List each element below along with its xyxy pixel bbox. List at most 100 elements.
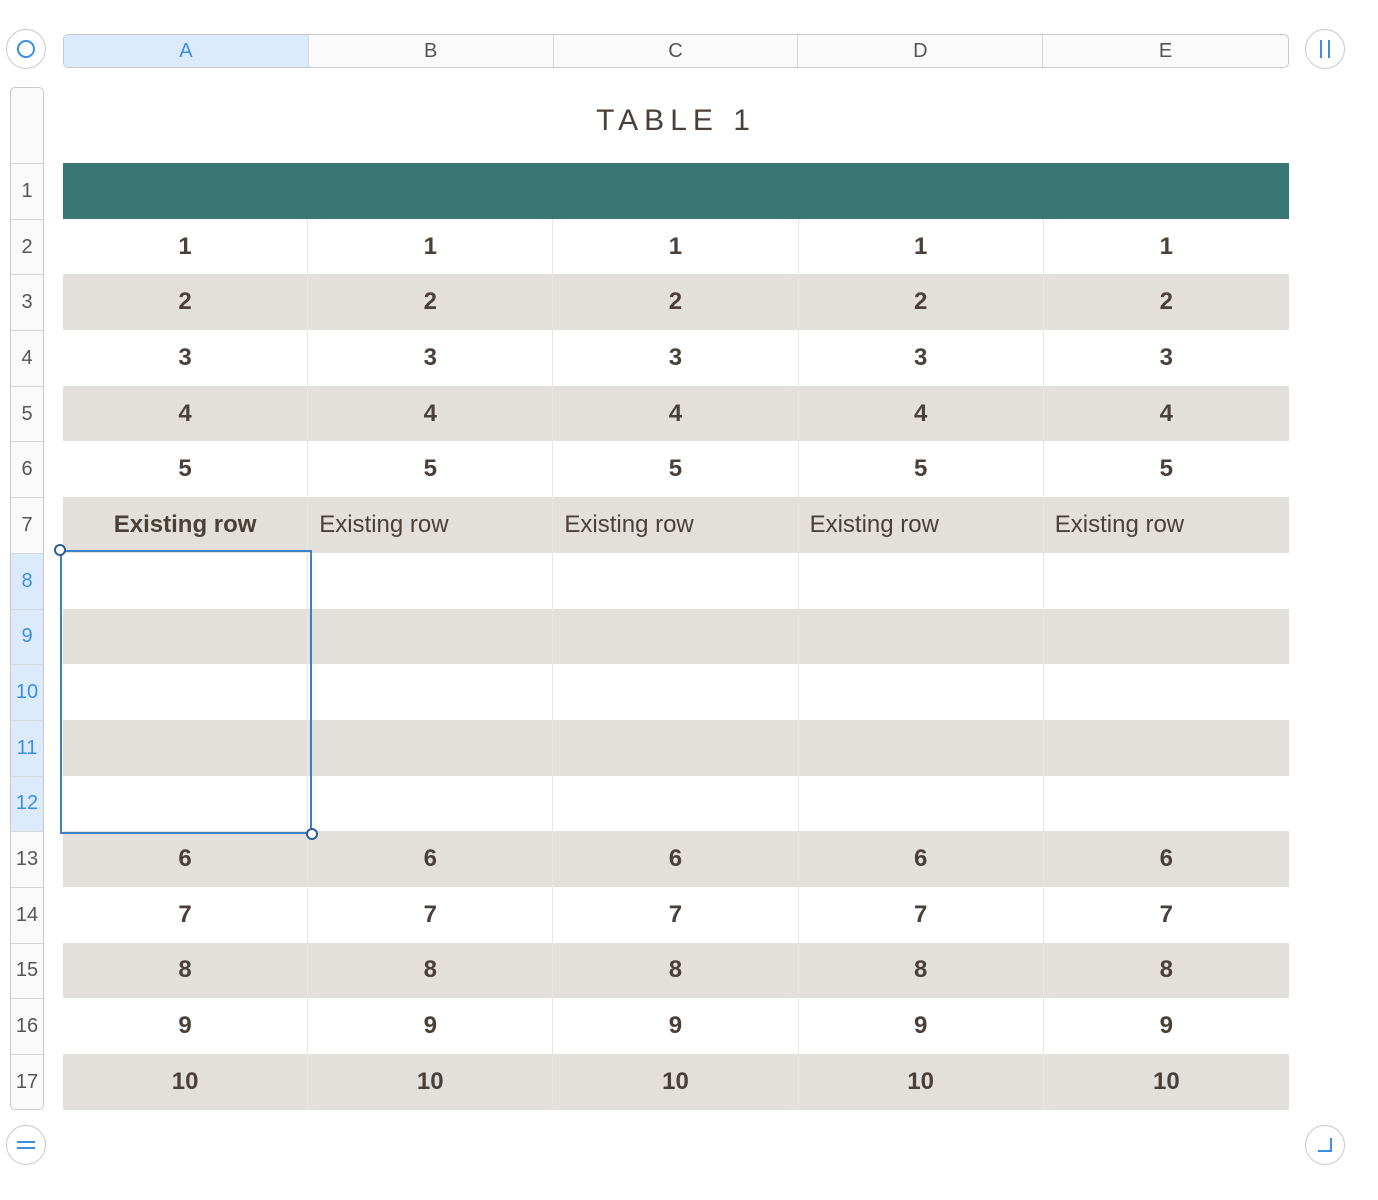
table-cell[interactable] xyxy=(553,552,799,609)
table-cell[interactable]: 4 xyxy=(1043,385,1289,442)
column-header-d[interactable]: D xyxy=(798,35,1044,67)
row-header-1[interactable]: 1 xyxy=(11,164,43,220)
table-cell[interactable] xyxy=(1043,664,1289,720)
table-cell[interactable] xyxy=(308,608,554,665)
table-cell[interactable] xyxy=(308,719,554,776)
row-header-7[interactable]: 7 xyxy=(11,498,43,554)
table-cell[interactable]: 7 xyxy=(798,886,1044,943)
table-cell[interactable]: Existing row xyxy=(553,497,799,553)
column-header-b[interactable]: B xyxy=(309,35,554,67)
column-header-e[interactable]: E xyxy=(1043,35,1288,67)
table-cell[interactable] xyxy=(798,719,1044,776)
table-cell[interactable]: 1 xyxy=(798,218,1044,275)
table-cell[interactable] xyxy=(553,608,799,665)
row-header-8[interactable]: 8 xyxy=(11,553,43,610)
row-header-9[interactable]: 9 xyxy=(11,609,43,666)
table-cell[interactable]: 8 xyxy=(63,942,309,999)
table-cell[interactable]: 5 xyxy=(1043,441,1289,498)
table-cell[interactable]: 1 xyxy=(308,218,554,275)
table-cell[interactable] xyxy=(1043,552,1289,609)
row-header-10[interactable]: 10 xyxy=(11,665,43,721)
table-cell[interactable]: 8 xyxy=(553,942,799,999)
row-header-17[interactable]: 17 xyxy=(11,1055,43,1109)
header-row[interactable] xyxy=(63,163,1289,219)
table-cell[interactable] xyxy=(798,552,1044,609)
table-cell[interactable]: 9 xyxy=(553,998,799,1054)
table-cell[interactable] xyxy=(308,664,554,720)
table-cell[interactable]: 4 xyxy=(63,385,309,442)
row-header-15[interactable]: 15 xyxy=(11,944,43,1000)
row-header-6[interactable]: 6 xyxy=(11,442,43,499)
table-cell[interactable]: 9 xyxy=(1043,998,1289,1054)
resize-table-button[interactable] xyxy=(1305,1125,1345,1165)
table-cell[interactable]: 6 xyxy=(1043,831,1289,887)
table-cell[interactable]: 8 xyxy=(798,942,1044,999)
table-cell[interactable]: 10 xyxy=(798,1054,1044,1110)
table-cell[interactable]: 6 xyxy=(308,831,554,887)
table-cell[interactable]: 3 xyxy=(308,330,554,386)
table-cell[interactable] xyxy=(1043,775,1289,832)
table-cell[interactable] xyxy=(798,775,1044,832)
add-row-button[interactable] xyxy=(6,1125,46,1165)
table-cell[interactable] xyxy=(553,719,799,776)
row-header-2[interactable]: 2 xyxy=(11,220,43,276)
row-header-12[interactable]: 12 xyxy=(11,776,43,833)
table-cell[interactable]: 7 xyxy=(553,886,799,943)
table-cell[interactable]: 1 xyxy=(553,218,799,275)
table-cell[interactable]: Existing row xyxy=(63,497,309,553)
table-cell[interactable] xyxy=(798,608,1044,665)
table-cell[interactable]: 2 xyxy=(553,274,799,331)
selection-handle-top-left[interactable] xyxy=(54,544,66,556)
column-header-c[interactable]: C xyxy=(554,35,799,67)
table-cell[interactable]: 8 xyxy=(1043,942,1289,999)
table-cell[interactable] xyxy=(1043,719,1289,776)
table-cell[interactable]: 9 xyxy=(798,998,1044,1054)
table-cell[interactable]: 9 xyxy=(63,998,309,1054)
cell-selection[interactable] xyxy=(54,544,318,840)
table-cell[interactable]: 5 xyxy=(308,441,554,498)
row-header-13[interactable]: 13 xyxy=(11,832,43,888)
table-cell[interactable]: 4 xyxy=(553,385,799,442)
table-cell[interactable]: 3 xyxy=(63,330,309,386)
row-header-5[interactable]: 5 xyxy=(11,387,43,443)
table-cell[interactable]: 5 xyxy=(553,441,799,498)
table-cell[interactable]: 10 xyxy=(308,1054,554,1110)
table-cell[interactable]: 3 xyxy=(553,330,799,386)
selection-handle-bottom-right[interactable] xyxy=(306,828,318,840)
row-header-14[interactable]: 14 xyxy=(11,888,43,944)
table-cell[interactable] xyxy=(308,775,554,832)
table-cell[interactable]: 2 xyxy=(308,274,554,331)
table-cell[interactable]: 6 xyxy=(63,831,309,887)
table-cell[interactable]: 1 xyxy=(1043,218,1289,275)
table-cell[interactable] xyxy=(553,664,799,720)
add-column-button[interactable] xyxy=(1305,29,1345,69)
table-cell[interactable]: Existing row xyxy=(1043,497,1289,553)
table-cell[interactable]: 3 xyxy=(798,330,1044,386)
table-cell[interactable] xyxy=(553,775,799,832)
row-header-3[interactable]: 3 xyxy=(11,275,43,332)
table-cell[interactable]: 2 xyxy=(63,274,309,331)
table-cell[interactable]: 6 xyxy=(798,831,1044,887)
row-header-16[interactable]: 16 xyxy=(11,999,43,1055)
table-cell[interactable]: 3 xyxy=(1043,330,1289,386)
table-cell[interactable]: 10 xyxy=(63,1054,309,1110)
column-header-a[interactable]: A xyxy=(64,35,309,67)
table-cell[interactable]: 5 xyxy=(798,441,1044,498)
table-title[interactable]: TABLE 1 xyxy=(63,104,1289,138)
table-cell[interactable]: 5 xyxy=(63,441,309,498)
table-cell[interactable]: 2 xyxy=(798,274,1044,331)
table-cell[interactable]: Existing row xyxy=(308,497,554,553)
table-cell[interactable]: 7 xyxy=(63,886,309,943)
table-cell[interactable] xyxy=(308,552,554,609)
table-cell[interactable]: 9 xyxy=(308,998,554,1054)
row-header-4[interactable]: 4 xyxy=(11,331,43,387)
table-cell[interactable]: 4 xyxy=(798,385,1044,442)
table-cell[interactable]: 2 xyxy=(1043,274,1289,331)
table-cell[interactable]: 6 xyxy=(553,831,799,887)
table-cell[interactable] xyxy=(798,664,1044,720)
table-cell[interactable]: 4 xyxy=(308,385,554,442)
table-cell[interactable]: 1 xyxy=(63,218,309,275)
table-cell[interactable]: 10 xyxy=(553,1054,799,1110)
table-cell[interactable]: Existing row xyxy=(798,497,1044,553)
table-cell[interactable]: 10 xyxy=(1043,1054,1289,1110)
